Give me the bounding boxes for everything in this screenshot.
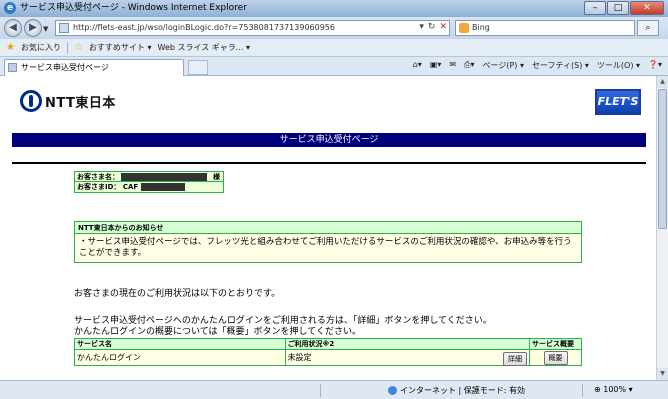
help-menu[interactable]: ❓▾ — [648, 60, 662, 71]
customer-name-row: お客さま名： 様 — [75, 172, 223, 182]
safety-menu[interactable]: セーフティ(S) ▾ — [532, 60, 589, 71]
status-bar: インターネット | 保護モード: 有効 ⊕ 100% ▾ — [0, 380, 668, 399]
scrollbar-thumb[interactable] — [658, 89, 667, 229]
notice-box: NTT東日本からのお知らせ ・サービス申込受付ページでは、フレッツ光と組み合わせ… — [74, 221, 582, 263]
security-zone[interactable]: インターネット | 保護モード: 有効 — [388, 385, 525, 396]
favorites-bar: ★ お気に入り ☆ おすすめサイト ▾ Web スライス ギャラ... ▾ — [0, 39, 668, 57]
refresh-icon[interactable]: ↻ — [428, 22, 436, 32]
tab-active[interactable]: サービス申込受付ページ — [4, 59, 184, 76]
header-usage-status: ご利用状況※2 — [284, 338, 531, 350]
minimize-button[interactable]: – — [584, 1, 606, 15]
ntt-logo-text: NTT東日本 — [45, 95, 116, 111]
window-controls: – □ ✕ — [584, 1, 664, 15]
stop-icon[interactable]: ✕ — [439, 22, 447, 32]
favorites-divider — [66, 41, 68, 54]
address-dropdown-icon[interactable]: ▾ — [419, 22, 424, 32]
usage-status-intro: お客さまの現在のご利用状況は以下のとおりです。 — [74, 289, 281, 299]
globe-icon — [388, 386, 397, 395]
overview-button[interactable]: 概要 — [543, 350, 568, 365]
customer-id-redacted — [140, 183, 185, 191]
zoom-level[interactable]: ⊕ 100% ▾ — [594, 385, 633, 394]
divider — [12, 162, 646, 164]
security-zone-label: インターネット | 保護モード: 有効 — [400, 386, 526, 395]
customer-name-label: お客さま名： — [77, 173, 119, 181]
command-bar: ⌂▾ ▣▾ ✉ ⎙▾ ページ(P) ▾ セーフティ(S) ▾ ツール(O) ▾ … — [413, 60, 662, 71]
page-title: サービス申込受付ページ — [12, 133, 646, 147]
usage-status-value: 未設定 — [287, 353, 312, 362]
ntt-logo-icon — [20, 90, 42, 112]
scroll-down-icon[interactable]: ▼ — [657, 368, 668, 380]
history-dropdown-icon[interactable]: ▼ — [43, 25, 48, 33]
favorites-star-icon[interactable]: ★ — [6, 42, 15, 53]
window-titlebar: e サービス申込受付ページ - Windows Internet Explore… — [0, 0, 668, 17]
window-title: サービス申込受付ページ - Windows Internet Explorer — [20, 3, 247, 13]
home-icon[interactable]: ⌂▾ — [413, 60, 422, 71]
usage-status-cell: 未設定 詳細 — [284, 349, 531, 366]
notice-body: ・サービス申込受付ページでは、フレッツ光と組み合わせてご利用いただけるサービスの… — [75, 234, 581, 262]
customer-id-prefix: CAF — [122, 183, 139, 191]
status-divider — [320, 384, 321, 397]
search-icon[interactable]: ⌕ — [637, 20, 659, 36]
customer-info-box: お客さま名： 様 お客さまID： CAF — [74, 171, 224, 193]
address-tools: ▾ ↻ ✕ — [419, 22, 447, 32]
navigation-bar: ◀ ▶ ▼ http://flets-east.jp/wso/loginBLog… — [0, 17, 668, 39]
favorites-button[interactable]: お気に入り — [21, 42, 61, 53]
print-icon[interactable]: ⎙▾ — [464, 60, 474, 71]
search-field[interactable]: Bing — [455, 20, 635, 36]
close-button[interactable]: ✕ — [630, 1, 664, 15]
favorite-link-webslice[interactable]: Web スライス ギャラ... ▾ — [158, 42, 250, 53]
favorite-link-suggested[interactable]: おすすめサイト ▾ — [89, 42, 152, 53]
header-service-name: サービス名 — [74, 338, 286, 350]
customer-id-label: お客さまID： — [77, 183, 121, 191]
table-header-row: サービス名 ご利用状況※2 サービス概要 — [74, 338, 582, 350]
feeds-icon[interactable]: ▣▾ — [430, 60, 442, 71]
overview-info: かんたんログインの概要については「概要」ボタンを押してください。 — [74, 327, 362, 337]
tab-bar: サービス申込受付ページ ⌂▾ ▣▾ ✉ ⎙▾ ページ(P) ▾ セーフティ(S)… — [0, 57, 668, 76]
address-url[interactable]: http://flets-east.jp/wso/loginBLogic.do?… — [73, 23, 335, 32]
page-menu[interactable]: ページ(P) ▾ — [483, 60, 524, 71]
customer-name-redacted — [121, 173, 208, 181]
zoom-value: 100% — [603, 385, 627, 394]
flets-logo[interactable]: FLET'S — [595, 89, 641, 115]
page-icon — [59, 23, 69, 33]
address-field[interactable]: http://flets-east.jp/wso/loginBLogic.do?… — [55, 20, 450, 36]
search-engine-label: Bing — [472, 23, 490, 32]
service-table: サービス名 ご利用状況※2 サービス概要 かんたんログイン 未設定 詳細 概要 — [74, 338, 582, 366]
header-service-overview: サービス概要 — [529, 338, 582, 350]
new-tab-button[interactable] — [188, 60, 208, 75]
customer-id-row: お客さまID： CAF — [75, 182, 223, 192]
maximize-button[interactable]: □ — [607, 1, 629, 15]
ie-logo-icon: e — [4, 2, 16, 14]
vertical-scrollbar[interactable]: ▲ ▼ — [656, 76, 668, 380]
forward-button[interactable]: ▶ — [24, 19, 42, 37]
detail-button[interactable]: 詳細 — [503, 352, 528, 366]
add-favorite-icon[interactable]: ☆ — [74, 42, 83, 53]
ntt-east-logo[interactable]: NTT東日本 — [20, 90, 116, 112]
scroll-up-icon[interactable]: ▲ — [657, 76, 668, 88]
mail-icon[interactable]: ✉ — [449, 60, 456, 71]
service-name-cell: かんたんログイン — [74, 349, 286, 366]
zoom-icon: ⊕ — [594, 385, 601, 394]
back-button[interactable]: ◀ — [4, 19, 22, 37]
overview-cell: 概要 — [529, 349, 582, 366]
tab-label: サービス申込受付ページ — [21, 63, 109, 72]
page-viewport: NTT東日本 FLET'S サービス申込受付ページ お客さま名： 様 お客さまI… — [0, 76, 656, 380]
customer-name-suffix: 様 — [213, 173, 220, 181]
notice-title: NTT東日本からのお知らせ — [75, 222, 581, 234]
table-row: かんたんログイン 未設定 詳細 概要 — [74, 349, 582, 366]
tools-menu[interactable]: ツール(O) ▾ — [597, 60, 640, 71]
tab-page-icon — [8, 63, 17, 72]
status-divider — [582, 384, 583, 397]
bing-icon — [459, 23, 469, 33]
